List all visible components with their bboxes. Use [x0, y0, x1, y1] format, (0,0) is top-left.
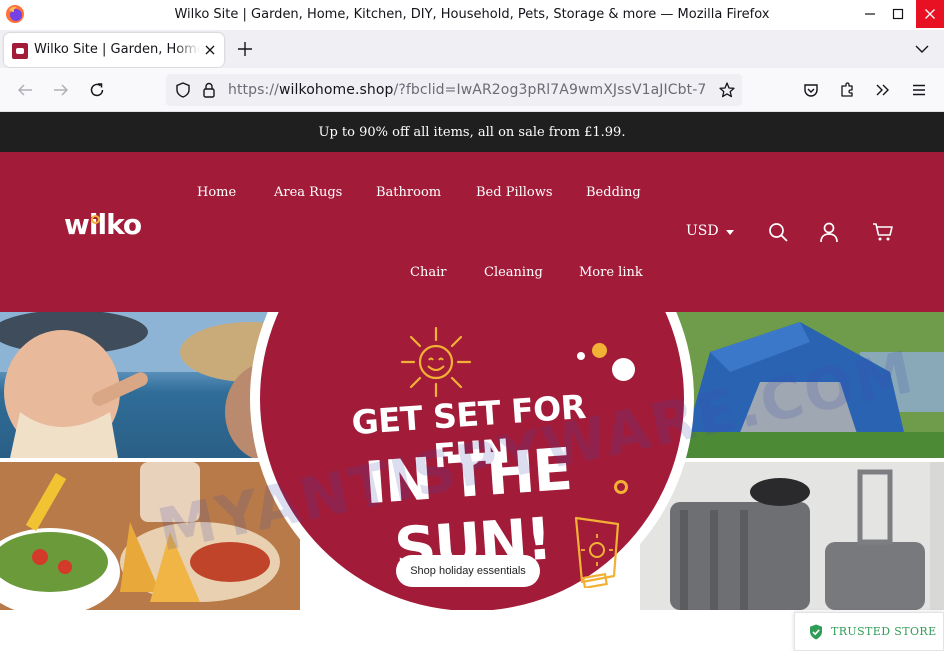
tab-wilko-site[interactable]: Wilko Site | Garden, Home, Kitchen, DIY,…	[4, 33, 224, 67]
shield-check-icon	[810, 624, 822, 639]
address-bar[interactable]: https://wilkohome.shop/?fbclid=IwAR2og3p…	[166, 74, 742, 106]
maximize-icon	[892, 8, 904, 20]
nav-link-more[interactable]: More link	[579, 265, 643, 280]
trusted-store-badge[interactable]: TRUSTED STORE	[794, 612, 944, 651]
hero-photo-luggage	[640, 462, 944, 610]
close-window-button[interactable]	[916, 0, 944, 28]
url-path: /?fbclid=IwAR2og3pRl7A9wmXJssV1aJICbt-7	[393, 82, 707, 98]
account-icon[interactable]	[818, 221, 840, 243]
cart-icon[interactable]	[872, 221, 894, 243]
tracking-shield-icon[interactable]	[174, 81, 192, 99]
maximize-button[interactable]	[884, 0, 912, 28]
decor-dot-yellow	[592, 343, 607, 358]
url-scheme: https://	[228, 82, 279, 98]
nav-link-bathroom[interactable]: Bathroom	[376, 185, 441, 200]
reload-icon[interactable]	[88, 81, 106, 99]
navigation-toolbar: https://wilkohome.shop/?fbclid=IwAR2og3p…	[0, 68, 944, 112]
url-text[interactable]: https://wilkohome.shop/?fbclid=IwAR2og3p…	[228, 82, 708, 98]
tab-strip: Wilko Site | Garden, Home, Kitchen, DIY,…	[0, 30, 944, 68]
pocket-icon[interactable]	[802, 81, 820, 99]
hamburger-menu-icon[interactable]	[910, 81, 928, 99]
decor-dot-white-large	[612, 358, 635, 381]
wilko-logo[interactable]: wilko	[64, 208, 142, 241]
back-arrow-icon[interactable]	[16, 81, 34, 99]
picnic-food-illustration	[0, 462, 300, 610]
minimize-button[interactable]	[856, 0, 884, 28]
hero-banner[interactable]: GET SET FOR FUN IN THE SUN! Shop holiday…	[0, 312, 944, 610]
nav-link-chair[interactable]: Chair	[410, 265, 446, 280]
sunscreen-bottle-icon	[574, 516, 620, 588]
site-header: wilko Home Area Rugs Bathroom Bed Pillow…	[0, 152, 944, 312]
tab-title: Wilko Site | Garden, Home, Kitchen, DIY,…	[34, 42, 200, 57]
list-all-tabs-chevron-icon[interactable]	[914, 42, 930, 56]
new-tab-plus-icon[interactable]	[236, 40, 254, 58]
lock-icon[interactable]	[202, 81, 216, 99]
bookmark-star-icon[interactable]	[718, 81, 736, 99]
trusted-store-label: TRUSTED STORE	[831, 625, 937, 638]
currency-selector[interactable]: USD	[686, 223, 719, 239]
hero-photo-picnic-food	[0, 462, 300, 610]
nav-link-cleaning[interactable]: Cleaning	[484, 265, 543, 280]
logo-dot-accent	[91, 215, 100, 224]
tab-close-icon[interactable]	[204, 44, 216, 56]
nav-link-bedding[interactable]: Bedding	[586, 185, 641, 200]
luggage-illustration	[640, 462, 944, 610]
nav-link-home[interactable]: Home	[197, 185, 236, 200]
extensions-icon[interactable]	[838, 81, 856, 99]
close-icon	[925, 9, 935, 19]
forward-arrow-icon[interactable]	[52, 81, 70, 99]
overflow-chevron-icon[interactable]	[874, 81, 892, 99]
decor-dot-white-small	[577, 352, 585, 360]
window-titlebar: Wilko Site | Garden, Home, Kitchen, DIY,…	[0, 0, 944, 30]
caret-down-icon[interactable]	[726, 230, 734, 235]
announcement-bar: Up to 90% off all items, all on sale fro…	[0, 112, 944, 152]
shop-holiday-essentials-button[interactable]: Shop holiday essentials	[396, 555, 540, 587]
sun-icon	[400, 326, 472, 398]
url-domain: wilkohome.shop	[278, 82, 394, 98]
search-icon[interactable]	[767, 221, 789, 243]
window-title: Wilko Site | Garden, Home, Kitchen, DIY,…	[174, 7, 770, 22]
nav-link-bed-pillows[interactable]: Bed Pillows	[476, 185, 553, 200]
web-page: Up to 90% off all items, all on sale fro…	[0, 112, 944, 651]
minimize-icon	[865, 13, 875, 15]
nav-link-area-rugs[interactable]: Area Rugs	[274, 185, 342, 200]
wilko-favicon-icon	[12, 43, 28, 59]
